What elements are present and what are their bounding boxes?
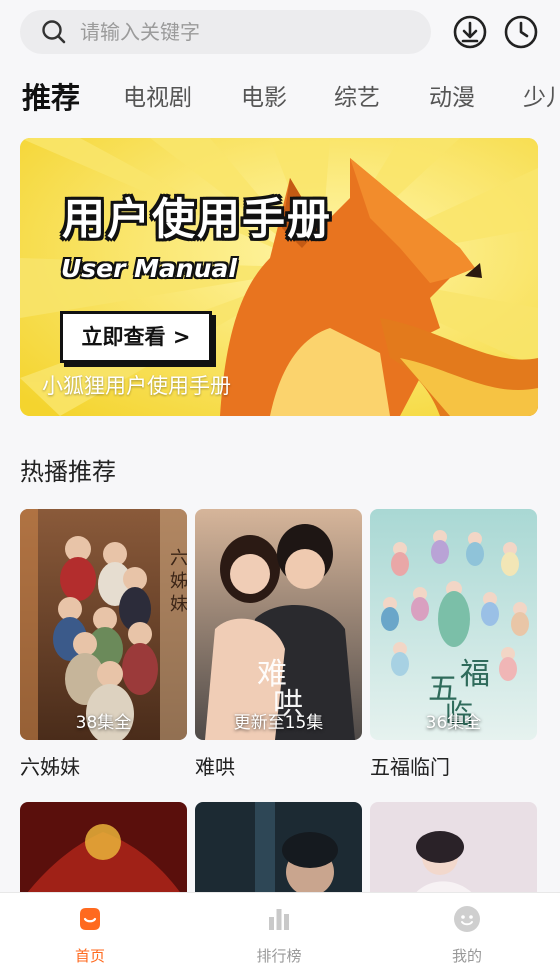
top-bar <box>0 0 560 66</box>
svg-text:姊: 姊 <box>170 571 187 592</box>
poster-image[interactable]: 六 姊 妹 38集全 <box>20 509 187 740</box>
poster-image[interactable] <box>370 802 537 902</box>
tab-recommend[interactable]: 推荐 <box>22 75 80 117</box>
card-title[interactable]: 难哄 <box>195 751 362 780</box>
nav-label: 首页 <box>74 947 105 965</box>
poster-image[interactable] <box>20 802 187 902</box>
svg-text:六: 六 <box>170 548 187 569</box>
view-now-button[interactable]: 立即查看 > <box>60 311 212 363</box>
nav-label: 我的 <box>451 947 482 965</box>
tab-variety[interactable]: 综艺 <box>334 78 380 112</box>
video-card[interactable]: 难 哄 更新至15集 难哄 <box>195 509 362 780</box>
poster-image[interactable]: 难 哄 更新至15集 <box>195 509 362 740</box>
banner-subtitle: User Manual <box>61 254 237 283</box>
search-input[interactable] <box>80 20 380 44</box>
category-tabs: 推荐 电视剧 电影 综艺 动漫 少儿 <box>0 66 560 128</box>
search-box[interactable] <box>20 10 431 54</box>
episode-badge: 36集全 <box>425 713 482 733</box>
bottom-navigation: 首页 排行榜 我的 <box>0 892 560 968</box>
svg-text:福: 福 <box>460 657 490 692</box>
episode-badge: 更新至15集 <box>233 713 324 733</box>
banner-caption: 小狐狸用户使用手册 <box>42 374 231 398</box>
episode-badge: 38集全 <box>75 713 132 733</box>
promo-banner[interactable]: 用户使用手册 User Manual 立即查看 > 小狐狸用户使用手册 <box>20 138 538 416</box>
tab-kids[interactable]: 少儿 <box>523 78 560 112</box>
card-title[interactable]: 五福临门 <box>370 751 537 780</box>
tab-movies[interactable]: 电影 <box>241 78 287 112</box>
home-icon <box>80 908 100 930</box>
tab-tv-series[interactable]: 电视剧 <box>123 78 192 112</box>
nav-ranking[interactable]: 排行榜 <box>219 893 339 968</box>
history-icon[interactable] <box>503 14 539 50</box>
video-card[interactable]: 五 福 临 36集全 五福临门 <box>370 509 537 780</box>
download-icon[interactable] <box>452 14 488 50</box>
svg-text:妹: 妹 <box>170 594 187 615</box>
ranking-icon <box>269 909 289 930</box>
tab-anime[interactable]: 动漫 <box>429 78 475 112</box>
nav-home[interactable]: 首页 <box>30 893 150 968</box>
nav-profile[interactable]: 我的 <box>407 893 527 968</box>
banner-title: 用户使用手册 <box>62 195 332 245</box>
video-card[interactable]: 六 姊 妹 38集全 六姊妹 <box>20 509 187 780</box>
poster-image[interactable]: 五 福 临 36集全 <box>370 509 537 740</box>
section-title: 热播推荐 <box>20 458 116 486</box>
poster-image[interactable] <box>195 802 362 902</box>
nav-label: 排行榜 <box>256 947 302 965</box>
card-title[interactable]: 六姊妹 <box>20 751 187 780</box>
profile-icon <box>454 906 480 932</box>
search-icon <box>42 20 66 44</box>
